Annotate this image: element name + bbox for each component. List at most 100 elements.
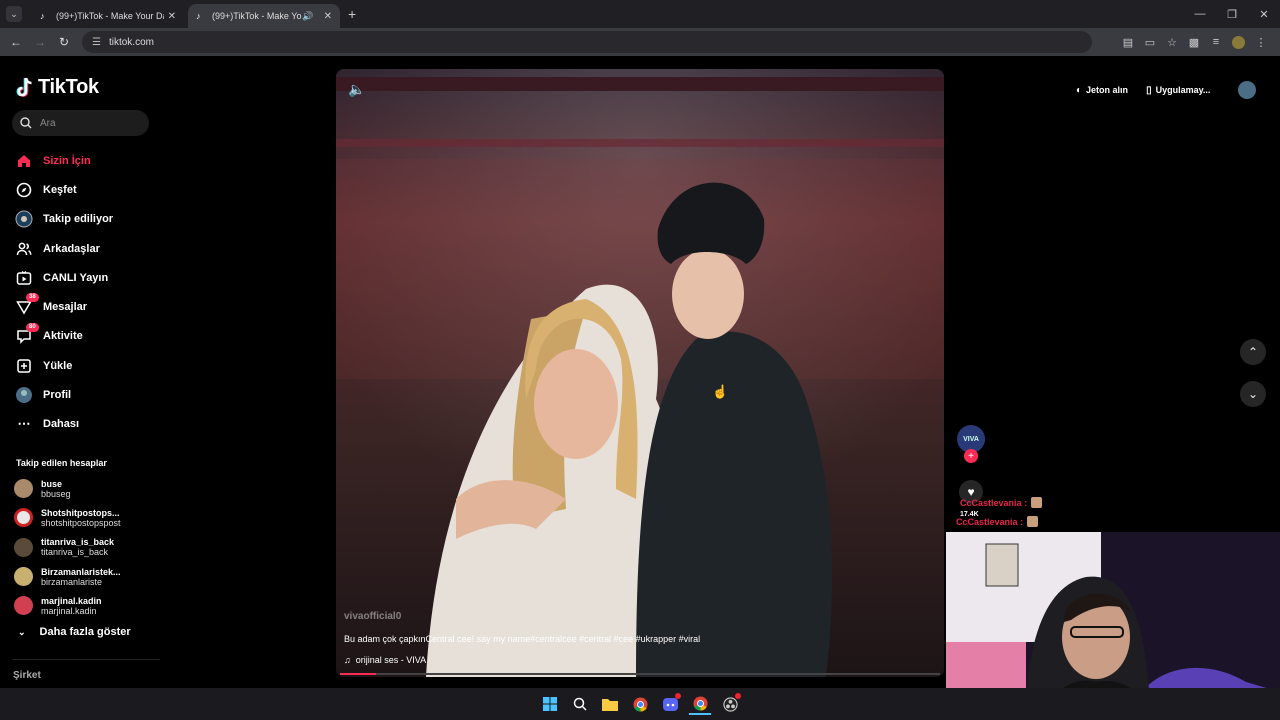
main-nav: Sizin İçin Keşfet Takip ediliyor Arkadaş… (14, 146, 154, 439)
account-name: titanriva_is_back (41, 537, 115, 548)
account-name: marjinal.kadin (41, 595, 102, 606)
video-music[interactable]: ♫ orijinal ses - VIVA (344, 655, 426, 665)
video-progress-bar[interactable] (340, 673, 940, 675)
extensions-icon[interactable]: ▩ (1183, 36, 1205, 49)
nav-label: Arkadaşlar (43, 242, 100, 255)
reload-icon[interactable]: ↻ (52, 35, 76, 49)
url-text: tiktok.com (108, 36, 154, 48)
tab-list-icon[interactable]: ⌄ (6, 6, 22, 22)
nav-item-more[interactable]: ⋯ Dahası (14, 410, 154, 439)
tiktok-logo[interactable]: TikTok (16, 76, 99, 99)
get-coins-label: Jeton alın (1086, 85, 1129, 95)
compass-icon (14, 180, 34, 200)
sidebar: TikTok Ara Sizin İçin Keşfet Takip edili… (0, 56, 160, 688)
activity-badge: 80 (26, 322, 39, 332)
following-account[interactable]: Birzamanlaristek... birzamanlariste (14, 562, 121, 591)
hand-cursor-icon: ☝ (712, 384, 729, 399)
site-info-icon[interactable]: ☰ (92, 37, 101, 48)
browser-tab-2[interactable]: ♪ (99+)TikTok - Make Your Da 🔊 ✕ (188, 4, 340, 28)
file-explorer-icon[interactable] (599, 693, 621, 715)
video-player[interactable]: 🔈 vivaofficial0 Bu adam çok çapkınCentra… (336, 69, 944, 677)
nav-label: Profil (43, 389, 72, 402)
nav-item-for-you[interactable]: Sizin İçin (14, 146, 154, 175)
tab-title: (99+)TikTok - Make Your Day (56, 11, 164, 21)
friends-icon (14, 239, 34, 259)
get-coins-button[interactable]: ◐ Jeton alın (1076, 85, 1128, 96)
company-link[interactable]: Şirket (13, 670, 41, 681)
nav-item-activity[interactable]: 80 Aktivite (14, 322, 154, 351)
video-username[interactable]: vivaofficial0 (344, 611, 401, 622)
browser-tab-1[interactable]: ♪ (99+)TikTok - Make Your Day ✕ (32, 4, 184, 28)
follow-plus-icon[interactable]: + (964, 449, 978, 463)
account-handle: bbuseg (41, 488, 71, 499)
nav-label: Takip ediliyor (43, 213, 114, 226)
following-icon (14, 209, 34, 229)
chrome-icon[interactable] (629, 693, 651, 715)
discord-icon[interactable] (659, 693, 681, 715)
nav-label: Yükle (43, 359, 73, 372)
emote-icon (1031, 497, 1043, 508)
nav-item-live[interactable]: CANLI Yayın (14, 263, 154, 292)
windows-taskbar (0, 688, 1280, 720)
avatar (14, 537, 33, 557)
url-field[interactable]: ☰ tiktok.com (82, 31, 1092, 53)
previous-video-button[interactable]: ⌃ (1240, 339, 1266, 365)
minimize-icon[interactable]: — (1184, 8, 1216, 20)
show-more-button[interactable]: ⌄ Daha fazla göster (18, 626, 131, 638)
close-tab-icon[interactable]: ✕ (324, 11, 332, 22)
nav-item-explore[interactable]: Keşfet (14, 175, 154, 204)
account-name: Shotshitpostops... (41, 507, 120, 518)
nav-item-profile[interactable]: Profil (14, 380, 154, 409)
windows-start-icon[interactable] (539, 693, 561, 715)
close-tab-icon[interactable]: ✕ (168, 11, 176, 22)
address-bar: ← → ↻ ☰ tiktok.com ▤ ▭ ☆ ▩ ≡ ⋮ (0, 28, 1280, 56)
chevron-down-icon: ⌄ (18, 626, 26, 637)
mute-icon[interactable]: 🔈 (348, 81, 365, 98)
close-window-icon[interactable]: ✕ (1248, 8, 1280, 21)
bookmark-star-icon[interactable]: ☆ (1161, 36, 1183, 49)
cast-icon[interactable]: ▭ (1139, 36, 1161, 49)
following-section-title: Takip edilen hesaplar (16, 458, 107, 468)
search-icon[interactable] (569, 693, 591, 715)
more-icon: ⋯ (17, 416, 31, 432)
nav-item-messages[interactable]: 38 Mesajlar (14, 292, 154, 321)
notification-badge-icon (675, 693, 681, 699)
nav-item-friends[interactable]: Arkadaşlar (14, 234, 154, 263)
next-video-button[interactable]: ⌄ (1240, 381, 1266, 407)
chat-message: CcCastlevania : (956, 516, 1039, 527)
new-tab-icon[interactable]: + (348, 6, 356, 22)
video-description: Bu adam çok çapkınCentral cee! say my na… (344, 634, 701, 644)
media-controls-icon[interactable]: ≡ (1205, 36, 1227, 48)
search-input[interactable]: Ara (12, 110, 149, 136)
search-placeholder: Ara (40, 117, 56, 129)
profile-icon (14, 385, 34, 405)
account-handle: marjinal.kadin (41, 605, 97, 616)
user-avatar[interactable] (1238, 81, 1257, 99)
following-account[interactable]: titanriva_is_back titanriva_is_back (14, 533, 121, 562)
tab-title: (99+)TikTok - Make Your Da (212, 11, 302, 21)
emote-icon (1027, 516, 1039, 527)
menu-kebab-icon[interactable]: ⋮ (1250, 36, 1272, 49)
forward-icon[interactable]: → (28, 35, 52, 49)
browser-toolbar: ▤ ▭ ☆ ▩ ≡ ⋮ (1117, 28, 1272, 56)
avatar (14, 508, 33, 528)
nav-item-upload[interactable]: Yükle (14, 351, 154, 380)
translate-icon[interactable]: ▤ (1117, 36, 1139, 49)
get-app-button[interactable]: ▯ Uygulamay... (1146, 85, 1210, 96)
phone-icon: ▯ (1146, 84, 1152, 96)
nav-item-following[interactable]: Takip ediliyor (14, 205, 154, 234)
search-icon (20, 117, 32, 129)
profile-avatar-icon[interactable] (1232, 35, 1245, 49)
following-account[interactable]: buse bbuseg (14, 474, 121, 503)
restore-icon[interactable]: ❐ (1216, 8, 1248, 21)
following-account[interactable]: Shotshitpostops... shotshitpostopspost (14, 503, 121, 532)
obs-icon[interactable] (719, 693, 741, 715)
following-account[interactable]: marjinal.kadin marjinal.kadin (14, 591, 121, 620)
header-actions: ◐ Jeton alın ▯ Uygulamay... (1076, 80, 1257, 100)
nav-label: Keşfet (43, 183, 77, 196)
speaker-icon[interactable]: 🔊 (302, 11, 313, 22)
video-progress-fill (340, 673, 376, 675)
back-icon[interactable]: ← (4, 35, 28, 49)
chrome-active-icon[interactable] (689, 693, 711, 715)
home-icon (14, 151, 34, 171)
